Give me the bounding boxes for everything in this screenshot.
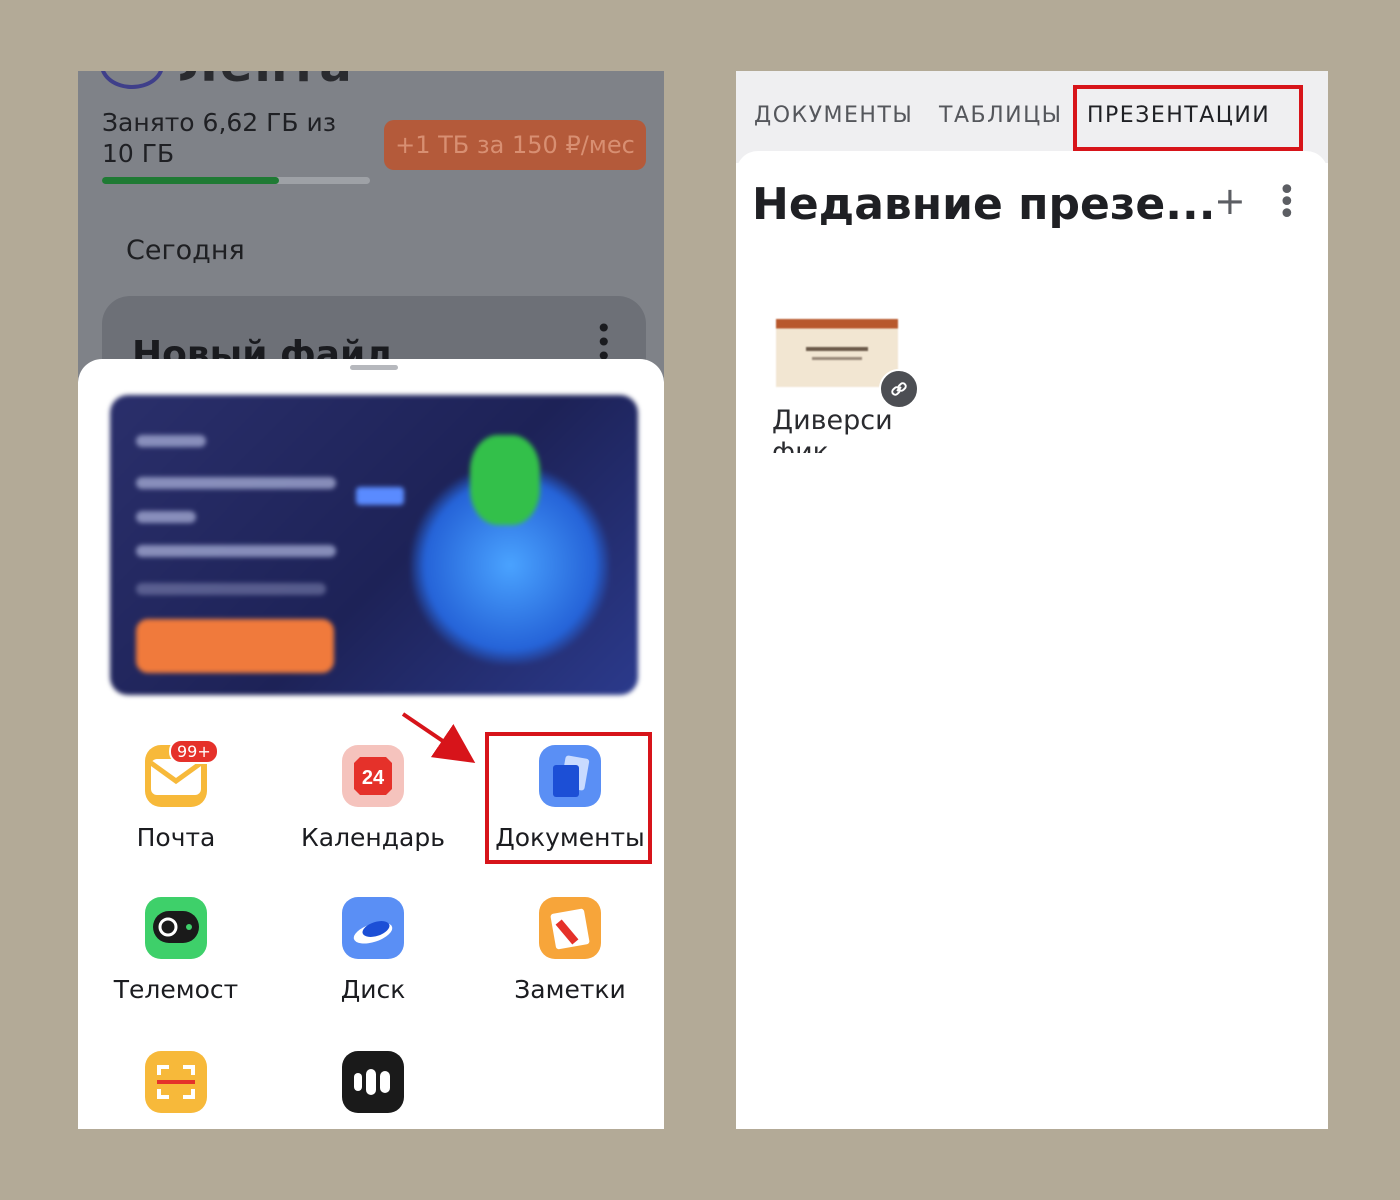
more-options-icon[interactable]: • • • [1278,176,1296,230]
tab-bar: ДОКУМЕНТЫ ТАБЛИЦЫ ПРЕЗЕНТАЦИИ [736,71,1328,163]
tab-tables[interactable]: ТАБЛИЦЫ [939,103,1063,128]
right-phone-screen: ДОКУМЕНТЫ ТАБЛИЦЫ ПРЕЗЕНТАЦИИ Недавние п… [736,71,1328,1129]
tab-documents[interactable]: ДОКУМЕНТЫ [754,103,913,128]
create-presentation-icon[interactable]: + [1214,179,1246,223]
presentations-highlight-box [1073,85,1303,151]
presentation-file-label[interactable]: Диверсифик [772,405,932,453]
shared-link-icon [879,369,919,409]
presentation-file-name: Диверсифик [772,405,893,453]
presentation-thumbnail[interactable] [776,319,898,387]
content-panel [736,151,1328,1129]
recent-presentations-title: Недавние презе... [752,179,1216,230]
